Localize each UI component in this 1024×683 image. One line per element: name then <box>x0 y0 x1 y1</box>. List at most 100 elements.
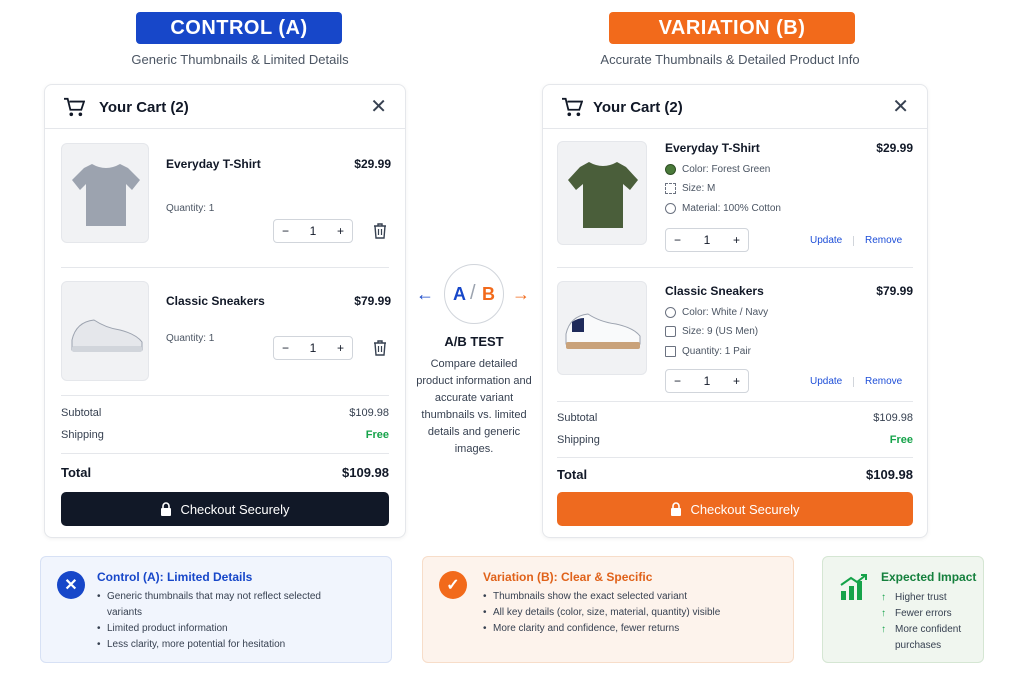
list-item: ↑ More confident purchases <box>881 622 977 654</box>
minus-button[interactable]: − <box>674 233 681 247</box>
minus-button[interactable]: − <box>282 341 289 355</box>
impact-list: ↑ Higher trust ↑ Fewer errors ↑ More confid… <box>881 590 977 654</box>
lock-icon <box>161 502 172 516</box>
item-price: $79.99 <box>876 284 913 298</box>
quantity-stepper[interactable]: − 1 + <box>273 219 353 243</box>
sneaker-thumbnail <box>61 281 149 381</box>
quantity-stepper[interactable]: − 1 + <box>665 369 749 393</box>
ab-label-b: B <box>482 284 495 304</box>
size-icon <box>665 326 676 337</box>
material-attribute: Material: 100% Cotton <box>665 203 781 214</box>
item-name: Classic Sneakers <box>665 284 764 298</box>
bullet-list: Generic thumbnails that may not reflect … <box>97 589 327 653</box>
impact-text: More confident purchases <box>895 624 962 651</box>
quantity-value: 1 <box>703 233 711 247</box>
control-summary-panel: ✕ Control (A): Limited Details Generic t… <box>40 556 392 663</box>
subtotal-value: $109.98 <box>349 407 389 419</box>
list-item: ↑ Fewer errors <box>881 606 977 622</box>
total-value: $109.98 <box>342 465 389 480</box>
plus-button[interactable]: + <box>733 374 740 388</box>
arrow-right-icon: → <box>512 284 530 304</box>
plus-button[interactable]: + <box>337 341 344 355</box>
total-value: $109.98 <box>866 467 913 482</box>
list-item: Thumbnails show the exact selected varia… <box>483 589 783 605</box>
close-icon[interactable]: ✕ <box>892 97 909 117</box>
tshirt-thumbnail <box>557 141 647 245</box>
total-label: Total <box>557 467 588 482</box>
quantity-value: 1 <box>309 224 317 238</box>
x-circle-icon: ✕ <box>57 571 85 599</box>
divider <box>557 457 913 458</box>
close-icon[interactable]: ✕ <box>370 97 387 117</box>
variation-badge: VARIATION (B) <box>609 12 855 44</box>
quantity-stepper[interactable]: − 1 + <box>273 336 353 360</box>
plus-button[interactable]: + <box>733 233 740 247</box>
impact-text: Higher trust <box>895 592 947 603</box>
attribute-text: Color: White / Navy <box>682 307 769 318</box>
checkout-button[interactable]: Checkout Securely <box>557 492 913 526</box>
shipping-value: Free <box>889 434 913 446</box>
item-price: $29.99 <box>876 141 913 155</box>
shipping-label: Shipping <box>557 434 600 446</box>
remove-link[interactable]: Remove <box>865 235 902 246</box>
cart-header: Your Cart (2) ✕ <box>45 85 405 129</box>
separator <box>853 236 854 246</box>
item-price: $79.99 <box>354 294 391 308</box>
plus-button[interactable]: + <box>337 224 344 238</box>
shipping-label: Shipping <box>61 429 104 441</box>
lock-icon <box>671 502 682 516</box>
cart-title: Your Cart (2) <box>593 99 683 116</box>
impact-panel: Expected Impact ↑ Higher trust ↑ Fewer err… <box>822 556 984 663</box>
control-subtitle: Generic Thumbnails & Limited Details <box>131 52 349 67</box>
slash-icon: / <box>470 282 476 304</box>
chart-growth-icon <box>840 574 867 600</box>
cart-title: Your Cart (2) <box>99 99 189 116</box>
update-link[interactable]: Update <box>810 235 842 246</box>
color-swatch-icon <box>665 307 676 318</box>
sneaker-thumbnail <box>557 281 647 375</box>
panel-title: Variation (B): Clear & Specific <box>483 570 653 584</box>
cart-header: Your Cart (2) ✕ <box>543 85 927 129</box>
remove-link[interactable]: Remove <box>865 376 902 387</box>
ab-test-description: Compare detailed product information and… <box>416 358 532 455</box>
list-item: Limited product information <box>97 621 327 637</box>
arrow-up-icon: ↑ <box>881 624 886 635</box>
size-attribute: Size: 9 (US Men) <box>665 326 758 337</box>
checkout-button[interactable]: Checkout Securely <box>61 492 389 526</box>
subtotal-label: Subtotal <box>557 412 598 424</box>
minus-button[interactable]: − <box>282 224 289 238</box>
cart-icon <box>64 97 85 117</box>
subtotal-label: Subtotal <box>61 407 102 419</box>
total-label: Total <box>61 465 92 480</box>
attribute-text: Material: 100% Cotton <box>682 203 781 214</box>
divider <box>557 267 913 268</box>
minus-button[interactable]: − <box>674 374 681 388</box>
shipping-value: Free <box>365 429 389 441</box>
trash-icon[interactable] <box>373 223 387 239</box>
item-name: Everyday T-Shirt <box>665 141 760 155</box>
trash-icon[interactable] <box>373 340 387 356</box>
divider <box>61 395 389 396</box>
arrow-up-icon: ↑ <box>881 608 886 619</box>
color-attribute: Color: White / Navy <box>665 307 768 318</box>
attribute-text: Quantity: 1 Pair <box>682 346 751 357</box>
quantity-value: 1 <box>309 341 317 355</box>
cart-icon <box>562 97 583 117</box>
size-attribute: Size: M <box>665 183 715 194</box>
quantity-stepper[interactable]: − 1 + <box>665 228 749 252</box>
item-name: Classic Sneakers <box>166 294 265 308</box>
list-item: Less clarity, more potential for hesitat… <box>97 637 327 653</box>
attribute-text: Color: Forest Green <box>682 164 771 175</box>
attribute-text: Size: M <box>682 183 716 194</box>
material-icon <box>665 203 676 214</box>
control-badge: CONTROL (A) <box>136 12 342 44</box>
checkout-label: Checkout Securely <box>180 501 290 517</box>
variation-cart-card: Your Cart (2) ✕ Everyday T-Shirt $29.99 … <box>542 84 928 538</box>
list-item: ↑ Higher trust <box>881 590 977 606</box>
update-link[interactable]: Update <box>810 376 842 387</box>
attribute-text: Size: 9 (US Men) <box>682 326 759 337</box>
bullet-list: Thumbnails show the exact selected varia… <box>483 589 783 637</box>
size-icon <box>665 183 676 194</box>
item-name: Everyday T-Shirt <box>166 157 261 171</box>
list-item: Generic thumbnails that may not reflect … <box>97 589 327 621</box>
